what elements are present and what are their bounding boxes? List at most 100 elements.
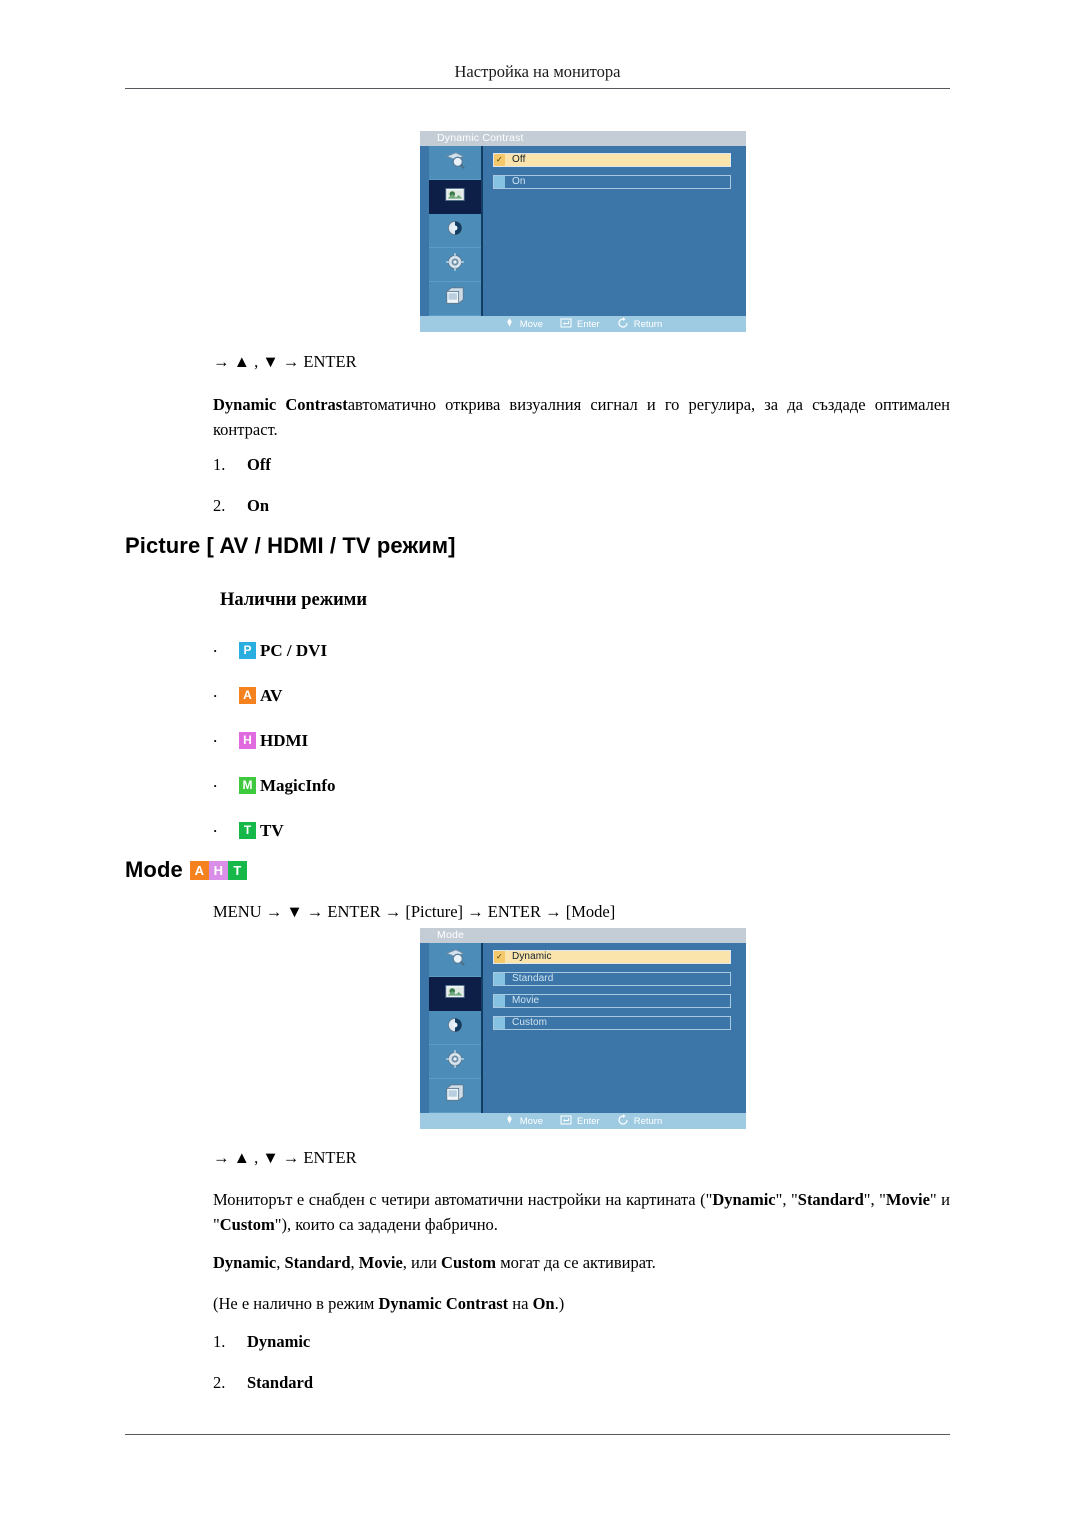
osd-sidebar-item-sound[interactable] (429, 1011, 481, 1045)
keyline-enter-mode: → ▲ , ▼ → ENTER (213, 1148, 357, 1167)
osd-option-label: Off (512, 154, 526, 165)
osd-option-label: Standard (512, 973, 554, 984)
mode-label: TV (260, 820, 284, 840)
osd-footer-enter[interactable]: Enter (560, 317, 600, 332)
bullet-dot-icon: · (213, 732, 218, 748)
list-item-label: Dynamic (247, 1332, 311, 1351)
available-mode-item: · P PC / DVI (213, 628, 336, 673)
available-mode-item: · A AV (213, 673, 336, 718)
bullet-dot-icon: · (213, 777, 218, 793)
mode-badge-p-icon: P (239, 642, 256, 659)
keyline-enter-dynamic-contrast: → ▲ , ▼ → ENTER (213, 352, 357, 371)
osd-sidebar-item-setup[interactable] (429, 1045, 481, 1079)
mode-label: AV (260, 685, 283, 705)
checkmark-icon: ✓ (494, 951, 505, 963)
note-sep: на (508, 1294, 533, 1313)
mode-heading-badge-h-icon: H (208, 860, 228, 880)
osd-option-label: On (512, 176, 526, 187)
mode-heading-label: Mode (125, 857, 183, 882)
activation-sep-2: , (350, 1253, 359, 1272)
mode-badge-m-icon: M (239, 777, 256, 794)
mode-heading-badge-t-icon: T (227, 860, 247, 880)
osd-option-label: Movie (512, 995, 540, 1006)
osd-sidebar-item-input-source[interactable] (429, 943, 481, 977)
available-mode-item: · T TV (213, 808, 336, 853)
osd-option-row[interactable]: Standard (493, 972, 731, 986)
osd-footer-move[interactable]: Move (504, 317, 543, 331)
osd-sidebar-item-input-source[interactable] (429, 146, 481, 180)
osd-footer-move[interactable]: Move (504, 1114, 543, 1128)
mode-badge-t-icon: T (239, 822, 256, 839)
mode-desc-movie: Movie (885, 1190, 930, 1209)
activation-movie: Movie (358, 1253, 403, 1272)
return-arrow-icon (617, 1113, 629, 1129)
osd-title: Mode (437, 929, 465, 941)
mode-option-list: 1. Dynamic 2. Standard (213, 1332, 313, 1414)
osd-sidebar (429, 146, 483, 316)
mode-heading-badge-a-icon: A (189, 860, 209, 880)
enter-key-icon (560, 317, 572, 332)
setup-icon (445, 252, 465, 277)
osd-footer-enter[interactable]: Enter (560, 1114, 600, 1129)
osd-option-row[interactable]: ✓ Dynamic (493, 950, 731, 964)
mode-description-paragraph: Мониторът е снабден с четири автоматични… (213, 1187, 950, 1237)
footer-divider (125, 1434, 950, 1435)
osd-option-row[interactable]: ✓ Off (493, 153, 731, 167)
setup-icon (445, 1049, 465, 1074)
option-marker-icon (494, 1017, 505, 1029)
move-diamond-icon (504, 1114, 515, 1128)
osd-option-row[interactable]: On (493, 175, 731, 189)
osd-footer-label: Enter (577, 1115, 600, 1127)
enter-key-icon (560, 1114, 572, 1129)
available-mode-item: · H HDMI (213, 718, 336, 763)
numbered-list-item: 1. Dynamic (213, 1332, 313, 1373)
list-item-label: On (247, 496, 270, 515)
multi-control-icon (444, 285, 466, 312)
activation-standard: Standard (284, 1253, 351, 1272)
mode-badge-a-icon: A (239, 687, 256, 704)
mode-label: MagicInfo (260, 775, 336, 795)
page-running-header: Настройка на монитора (454, 62, 621, 81)
picture-icon (444, 183, 466, 210)
nav-path-mode: MENU → ▼ → ENTER → [Picture] → ENTER → [… (213, 902, 616, 921)
numbered-list-item: 1. Off (213, 455, 271, 496)
mode-desc-dynamic: Dynamic (712, 1190, 776, 1209)
osd-sidebar-item-multi-control[interactable] (429, 1079, 481, 1113)
input-source-icon (444, 946, 466, 973)
osd-footer-return[interactable]: Return (617, 1113, 662, 1129)
osd-option-row[interactable]: Movie (493, 994, 731, 1008)
note-part-1: (Не е налично в режим (213, 1294, 379, 1313)
osd-footer-label: Return (633, 318, 663, 330)
dynamic-contrast-option-list: 1. Off 2. On (213, 455, 271, 537)
mode-note-paragraph: (Не е налично в режим Dynamic Contrast н… (213, 1291, 950, 1316)
option-marker-icon (494, 995, 505, 1007)
osd-option-label: Custom (512, 1017, 548, 1028)
mode-badge-h-icon: H (239, 732, 256, 749)
mode-heading-badges: AHT (189, 860, 247, 880)
dynamic-contrast-term: Dynamic Contrast (213, 395, 348, 414)
note-part-end: .) (554, 1294, 565, 1313)
multi-control-icon (444, 1082, 466, 1109)
osd-sidebar-item-setup[interactable] (429, 248, 481, 282)
osd-option-list: ✓ Off On (493, 153, 731, 197)
osd-sidebar-item-picture[interactable] (429, 977, 481, 1011)
osd-footer-return[interactable]: Return (617, 316, 663, 332)
input-source-icon (444, 149, 466, 176)
move-diamond-icon (504, 317, 515, 331)
list-item-label: Off (247, 455, 271, 474)
osd-footer-label: Enter (577, 318, 600, 330)
bullet-dot-icon: · (213, 822, 218, 838)
osd-option-label: Dynamic (512, 951, 552, 962)
mode-desc-sep-2: ", " (863, 1190, 886, 1209)
osd-footer: Move Enter Return (420, 316, 746, 332)
mode-activation-paragraph: Dynamic, Standard, Movie, или Custom мог… (213, 1250, 950, 1275)
osd-option-row[interactable]: Custom (493, 1016, 731, 1030)
osd-sidebar-item-sound[interactable] (429, 214, 481, 248)
bullet-dot-icon: · (213, 687, 218, 703)
page-title-picture: Picture [ AV / HDMI / TV режим] (125, 533, 456, 559)
bullet-dot-icon: · (213, 642, 218, 658)
osd-option-list: ✓ Dynamic Standard Movie Custom (493, 950, 731, 1038)
osd-sidebar-item-picture[interactable] (429, 180, 481, 214)
osd-footer-label: Move (519, 1115, 543, 1127)
osd-sidebar-item-multi-control[interactable] (429, 282, 481, 316)
